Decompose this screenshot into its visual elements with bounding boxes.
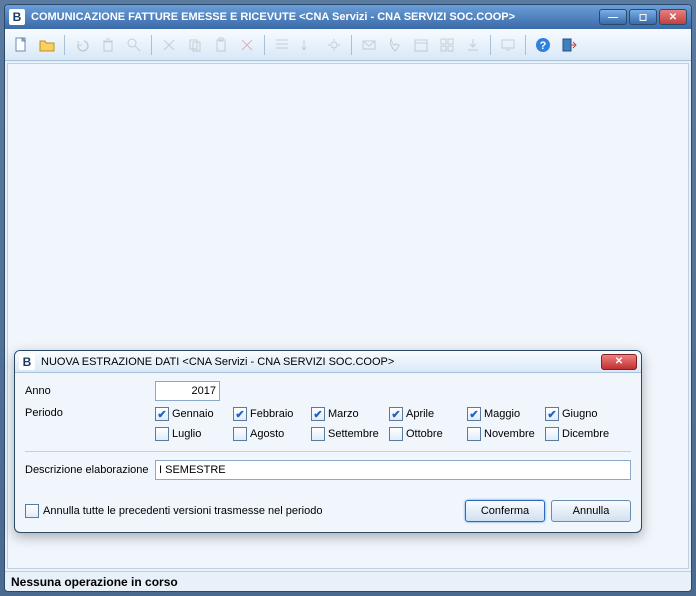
annulla-precedenti-checkbox[interactable] [25, 504, 39, 518]
month-checkbox-settembre[interactable] [311, 427, 325, 441]
cut-icon [157, 33, 181, 57]
month-label: Aprile [406, 408, 434, 420]
monitor-icon [496, 33, 520, 57]
annulla-button[interactable]: Annulla [551, 500, 631, 522]
month-item-maggio: ✔Maggio [467, 407, 545, 421]
month-label: Giugno [562, 408, 597, 420]
dialog-footer: Annulla tutte le precedenti versioni tra… [15, 496, 641, 532]
descrizione-label: Descrizione elaborazione [25, 464, 155, 476]
gear-icon [322, 33, 346, 57]
clear-icon [235, 33, 259, 57]
months-grid: ✔Gennaio✔Febbraio✔Marzo✔Aprile✔Maggio✔Gi… [155, 407, 623, 441]
month-checkbox-dicembre[interactable] [545, 427, 559, 441]
month-checkbox-luglio[interactable] [155, 427, 169, 441]
month-item-novembre: Novembre [467, 427, 545, 441]
annulla-precedenti-row: Annulla tutte le precedenti versioni tra… [25, 504, 459, 518]
phone-icon [383, 33, 407, 57]
month-checkbox-gennaio[interactable]: ✔ [155, 407, 169, 421]
toolbar-separator [490, 35, 491, 55]
toolbar-separator [151, 35, 152, 55]
list-icon [270, 33, 294, 57]
anno-input[interactable] [155, 381, 220, 401]
month-checkbox-aprile[interactable]: ✔ [389, 407, 403, 421]
month-item-giugno: ✔Giugno [545, 407, 623, 421]
new-doc-icon[interactable] [9, 33, 33, 57]
toolbar-separator [64, 35, 65, 55]
copy-icon [183, 33, 207, 57]
find-icon [122, 33, 146, 57]
dialog-close-button[interactable]: ✕ [601, 354, 637, 370]
month-item-gennaio: ✔Gennaio [155, 407, 233, 421]
conferma-button[interactable]: Conferma [465, 500, 545, 522]
main-titlebar[interactable]: B COMUNICAZIONE FATTURE EMESSE E RICEVUT… [5, 5, 691, 29]
exit-icon[interactable] [557, 33, 581, 57]
dialog-app-icon: B [19, 354, 35, 370]
descrizione-input[interactable] [155, 460, 631, 480]
toolbar-separator [264, 35, 265, 55]
anno-label: Anno [25, 385, 155, 397]
month-label: Febbraio [250, 408, 293, 420]
window-controls: — ◻ ✕ [599, 9, 687, 25]
delete-icon [96, 33, 120, 57]
export-icon [461, 33, 485, 57]
extraction-dialog: B NUOVA ESTRAZIONE DATI <CNA Servizi - C… [14, 350, 642, 533]
svg-text:?: ? [540, 40, 547, 52]
month-label: Ottobre [406, 428, 443, 440]
month-item-ottobre: Ottobre [389, 427, 467, 441]
minimize-button[interactable]: — [599, 9, 627, 25]
month-item-agosto: Agosto [233, 427, 311, 441]
month-checkbox-febbraio[interactable]: ✔ [233, 407, 247, 421]
month-label: Settembre [328, 428, 379, 440]
window-title: COMUNICAZIONE FATTURE EMESSE E RICEVUTE … [31, 11, 599, 23]
month-label: Marzo [328, 408, 359, 420]
month-label: Maggio [484, 408, 520, 420]
month-label: Gennaio [172, 408, 214, 420]
help-icon[interactable]: ? [531, 33, 555, 57]
maximize-button[interactable]: ◻ [629, 9, 657, 25]
month-item-aprile: ✔Aprile [389, 407, 467, 421]
dialog-titlebar[interactable]: B NUOVA ESTRAZIONE DATI <CNA Servizi - C… [15, 351, 641, 373]
paste-icon [209, 33, 233, 57]
undo-icon [70, 33, 94, 57]
month-label: Luglio [172, 428, 201, 440]
open-folder-icon[interactable] [35, 33, 59, 57]
month-checkbox-maggio[interactable]: ✔ [467, 407, 481, 421]
grid-icon [435, 33, 459, 57]
periodo-label: Periodo [25, 407, 155, 419]
month-label: Novembre [484, 428, 535, 440]
month-item-dicembre: Dicembre [545, 427, 623, 441]
month-item-luglio: Luglio [155, 427, 233, 441]
close-button[interactable]: ✕ [659, 9, 687, 25]
dialog-body: Anno Periodo ✔Gennaio✔Febbraio✔Marzo✔Apr… [15, 373, 641, 496]
app-icon: B [9, 9, 25, 25]
month-checkbox-ottobre[interactable] [389, 427, 403, 441]
calendar-icon [409, 33, 433, 57]
toolbar-separator [351, 35, 352, 55]
status-bar: Nessuna operazione in corso [5, 571, 691, 591]
month-label: Dicembre [562, 428, 609, 440]
month-checkbox-agosto[interactable] [233, 427, 247, 441]
mail-icon [357, 33, 381, 57]
status-text: Nessuna operazione in corso [11, 575, 178, 589]
month-checkbox-giugno[interactable]: ✔ [545, 407, 559, 421]
month-checkbox-marzo[interactable]: ✔ [311, 407, 325, 421]
month-label: Agosto [250, 428, 284, 440]
annulla-precedenti-label: Annulla tutte le precedenti versioni tra… [43, 505, 322, 517]
dialog-title: NUOVA ESTRAZIONE DATI <CNA Servizi - CNA… [41, 356, 601, 368]
month-item-febbraio: ✔Febbraio [233, 407, 311, 421]
toolbar: ? [5, 29, 691, 61]
toolbar-separator [525, 35, 526, 55]
sort-icon [296, 33, 320, 57]
month-item-marzo: ✔Marzo [311, 407, 389, 421]
month-item-settembre: Settembre [311, 427, 389, 441]
month-checkbox-novembre[interactable] [467, 427, 481, 441]
